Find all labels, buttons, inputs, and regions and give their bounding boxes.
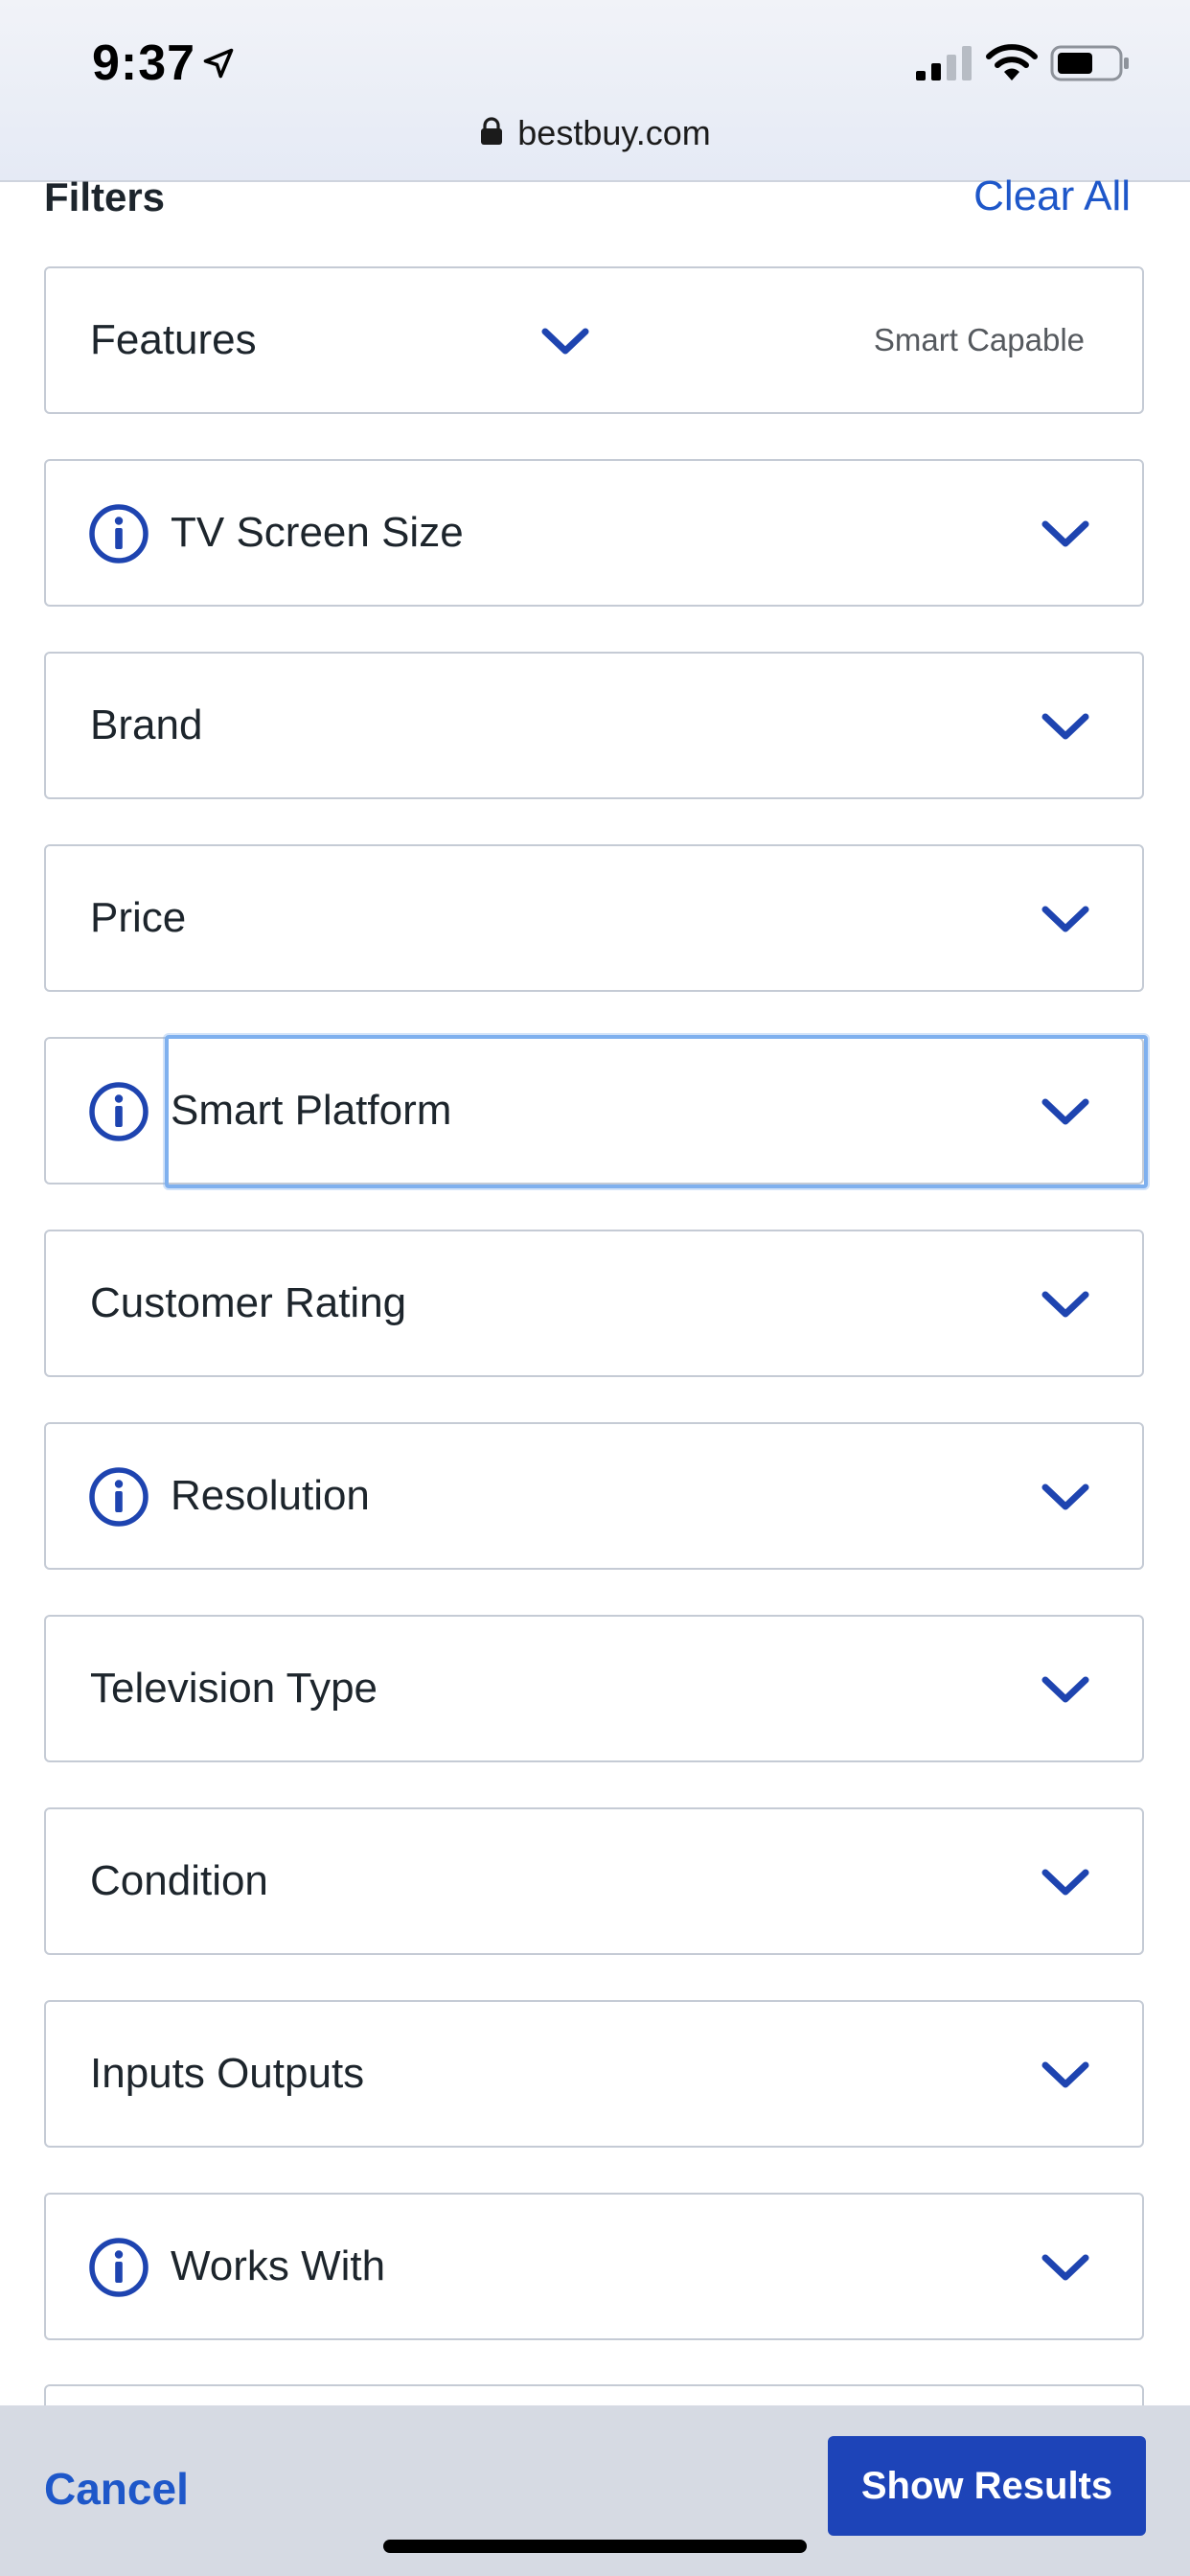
filter-brand[interactable]: Brand [44, 652, 1144, 799]
filter-label: Price [90, 894, 187, 941]
filter-smart-platform[interactable]: Smart Platform [44, 1037, 1144, 1184]
wifi-icon [986, 44, 1038, 80]
chevron-down-icon [1041, 1484, 1089, 1510]
filter-selected-value: Smart Capable [873, 322, 1085, 357]
filter-label: Works With [171, 2242, 386, 2289]
filter-label: Inputs Outputs [90, 2050, 365, 2097]
filter-condition[interactable]: Condition [44, 1807, 1144, 1955]
bottom-action-bar: Cancel Show Results [0, 2405, 1190, 2576]
status-time: 9:37 [92, 35, 196, 91]
chevron-down-icon [1041, 1291, 1089, 1318]
filter-label: Condition [90, 1857, 268, 1904]
filter-price[interactable]: Price [44, 844, 1144, 992]
cancel-button[interactable]: Cancel [44, 2463, 189, 2515]
chevron-down-icon [541, 328, 589, 355]
battery-icon [1050, 45, 1129, 81]
filter-tv-screen-size[interactable]: TV Screen Size [44, 459, 1144, 607]
chevron-down-icon [1041, 906, 1089, 932]
chevron-down-icon [1041, 713, 1089, 740]
filter-label: Brand [90, 702, 203, 748]
filter-customer-rating[interactable]: Customer Rating [44, 1230, 1144, 1377]
filter-works-with[interactable]: Works With [44, 2193, 1144, 2340]
address-bar[interactable]: bestbuy.com [0, 113, 1190, 153]
info-circle-icon[interactable] [88, 2237, 149, 2298]
filters-title: Filters [44, 174, 166, 219]
show-results-button[interactable]: Show Results [828, 2436, 1146, 2536]
chevron-down-icon [1041, 2254, 1089, 2281]
filter-label: Features [90, 316, 257, 363]
status-bar: 9:37 bestbuy.com [0, 0, 1190, 182]
filter-features[interactable]: Features Smart Capable [44, 266, 1144, 414]
chevron-down-icon [1041, 2061, 1089, 2088]
info-circle-icon[interactable] [88, 1466, 149, 1528]
info-circle-icon[interactable] [88, 1081, 149, 1142]
home-indicator[interactable] [383, 2540, 807, 2553]
filter-label: Television Type [90, 1665, 378, 1712]
chevron-down-icon [1041, 1098, 1089, 1125]
chevron-down-icon [1041, 1676, 1089, 1703]
clear-all-link[interactable]: Clear All [973, 172, 1131, 220]
filter-television-type[interactable]: Television Type [44, 1615, 1144, 1762]
chevron-down-icon [1041, 1869, 1089, 1896]
filter-label: Customer Rating [90, 1279, 407, 1326]
lock-icon [481, 117, 503, 146]
url-text: bestbuy.com [517, 113, 711, 152]
filter-label: Resolution [171, 1472, 370, 1519]
info-circle-icon[interactable] [88, 503, 149, 564]
filter-inputs-outputs[interactable]: Inputs Outputs [44, 2000, 1144, 2148]
cellular-signal-icon [916, 46, 972, 80]
filter-label: TV Screen Size [171, 509, 464, 556]
filter-label: Smart Platform [171, 1087, 452, 1134]
chevron-down-icon [1041, 520, 1089, 547]
location-arrow-icon [203, 48, 234, 79]
filter-resolution[interactable]: Resolution [44, 1422, 1144, 1570]
